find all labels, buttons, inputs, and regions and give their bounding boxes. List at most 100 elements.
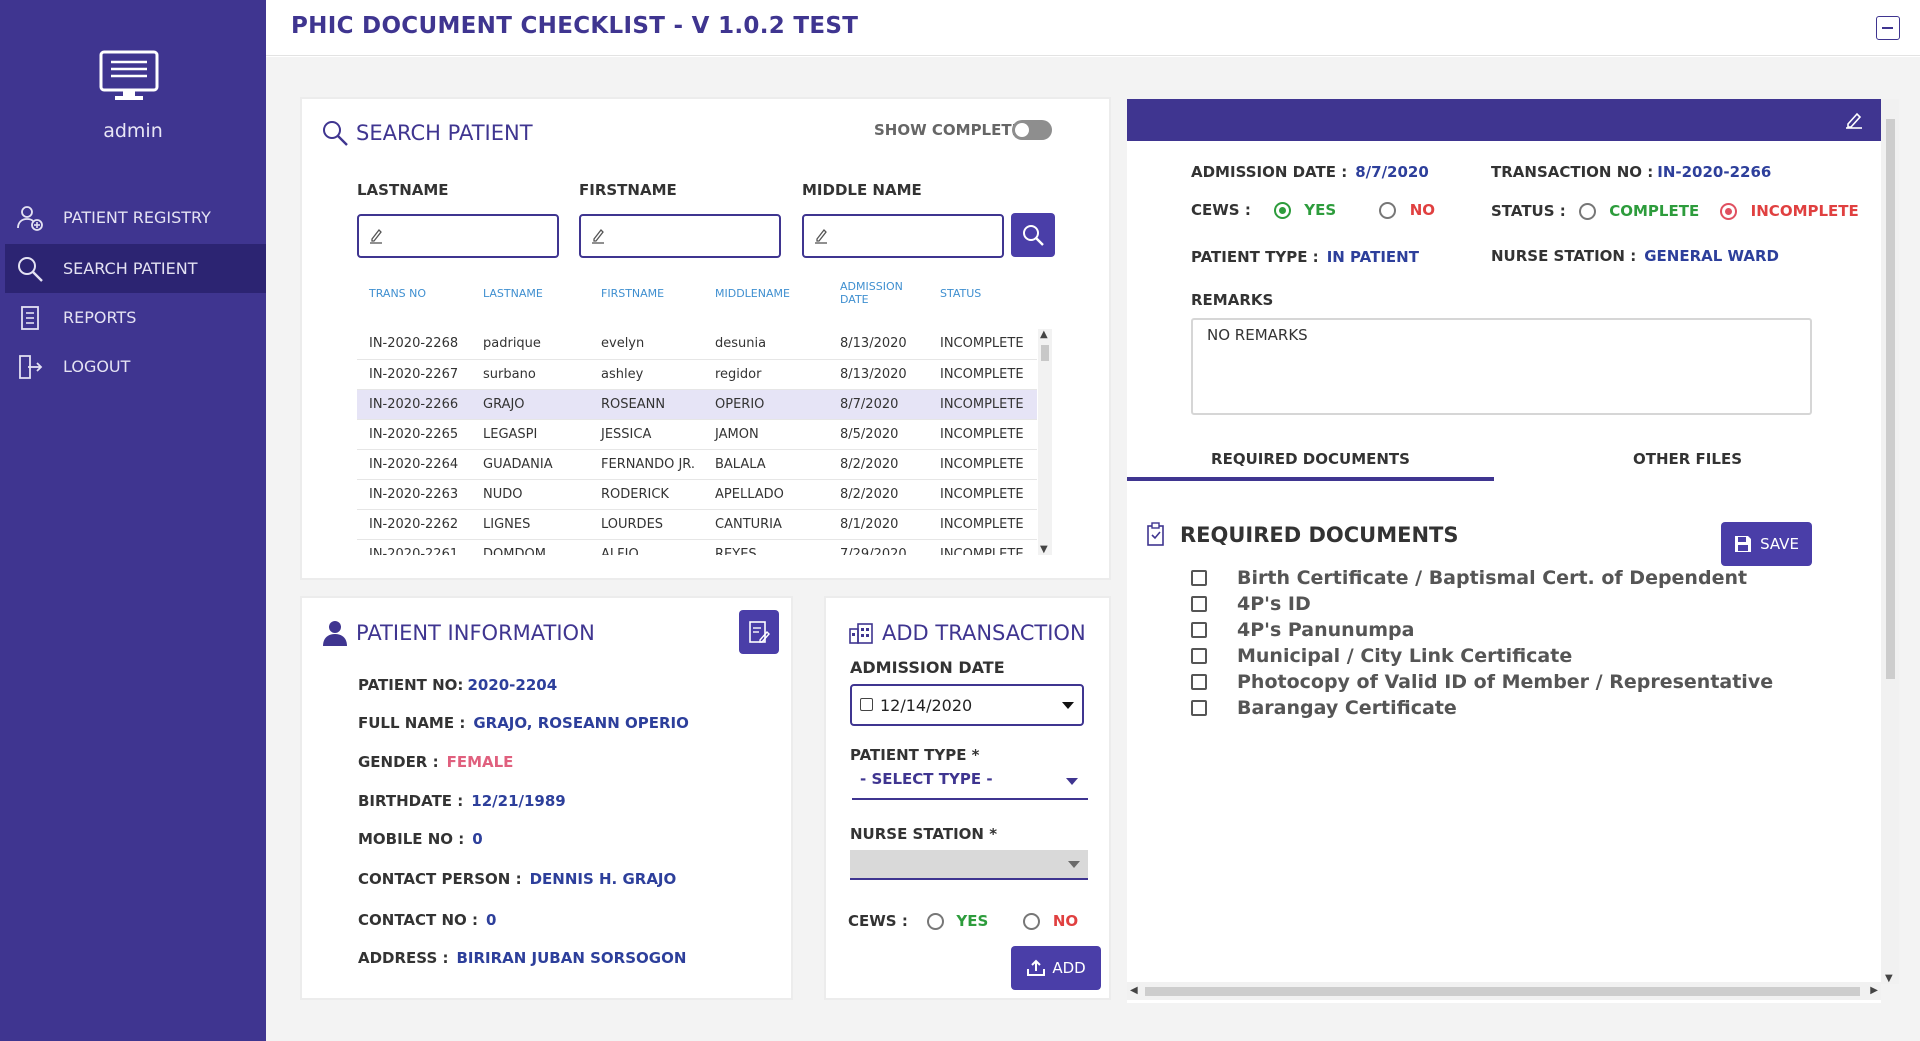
patient-type-select[interactable]: - SELECT TYPE -: [852, 766, 1088, 800]
sidebar-item-label: PATIENT REGISTRY: [63, 208, 211, 227]
document-checkbox[interactable]: [1191, 648, 1207, 664]
detail-admission-date-value: 8/7/2020: [1355, 163, 1429, 181]
scroll-thumb[interactable]: [1886, 119, 1895, 679]
edit-icon[interactable]: [1845, 111, 1863, 129]
cews-yes-radio[interactable]: [926, 913, 944, 930]
contact-person-value: DENNIS H. GRAJO: [529, 870, 677, 888]
table-cell: OPERIO: [703, 389, 828, 420]
add-transaction-button[interactable]: ADD: [1011, 946, 1101, 990]
sidebar-item-patient-registry[interactable]: PATIENT REGISTRY: [5, 193, 266, 242]
document-checkbox[interactable]: [1191, 596, 1207, 612]
table-row[interactable]: IN-2020-2264 GUADANIA FERNANDO JR. BALALA 8/…: [357, 449, 1037, 480]
table-cell: INCOMPLETE: [928, 479, 1037, 510]
table-cell: IN-2020-2268: [357, 329, 471, 360]
table-cell: regidor: [703, 359, 828, 390]
admission-date-picker[interactable]: 12/14/2020: [850, 684, 1084, 726]
scroll-up-icon[interactable]: ▲: [1040, 329, 1048, 340]
column-header[interactable]: STATUS: [928, 275, 1037, 311]
document-checklist-item[interactable]: Photocopy of Valid ID of Member / Repres…: [1191, 671, 1773, 693]
table-row[interactable]: IN-2020-2265 LEGASPI JESSICA JAMON 8/5/2020 I…: [357, 419, 1037, 450]
detail-nurse-station-label: NURSE STATION :: [1491, 247, 1637, 265]
table-cell: LOURDES: [589, 509, 703, 540]
full-name-value: GRAJO, ROSEANN OPERIO: [473, 714, 689, 732]
table-cell: FERNANDO JR.: [589, 449, 703, 480]
save-button[interactable]: SAVE: [1721, 522, 1812, 566]
table-cell: 8/2/2020: [828, 449, 928, 480]
vertical-scrollbar[interactable]: ▼: [1881, 99, 1899, 984]
sidebar-item-reports[interactable]: REPORTS: [5, 293, 266, 342]
document-checklist-item[interactable]: 4P's ID: [1191, 593, 1311, 615]
document-checkbox[interactable]: [1191, 700, 1207, 716]
scroll-thumb[interactable]: [1041, 345, 1049, 361]
firstname-input[interactable]: [579, 214, 781, 258]
scroll-right-icon[interactable]: ▶: [1870, 985, 1878, 996]
detail-cews-no-radio[interactable]: [1379, 202, 1397, 219]
table-cell: INCOMPLETE: [928, 449, 1037, 480]
lastname-input[interactable]: [357, 214, 559, 258]
scroll-down-icon[interactable]: ▼: [1040, 544, 1048, 555]
chevron-down-icon[interactable]: [1062, 702, 1074, 709]
table-row[interactable]: IN-2020-2266 GRAJO ROSEANN OPERIO 8/7/2020 IN…: [357, 389, 1037, 420]
sidebar-item-search-patient[interactable]: SEARCH PATIENT: [5, 244, 266, 293]
add-transaction-title-text: ADD TRANSACTION: [882, 621, 1086, 645]
table-cell: BALALA: [703, 449, 828, 480]
minimize-window-button[interactable]: [1876, 16, 1900, 40]
search-patient-card: SEARCH PATIENT SHOW COMPLETE LASTNAME FI…: [300, 97, 1111, 580]
cews-yes-label: YES: [956, 912, 989, 930]
cews-no-radio[interactable]: [1023, 913, 1041, 930]
tab-required-documents[interactable]: REQUIRED DOCUMENTS: [1127, 450, 1494, 468]
table-cell: CANTURIA: [703, 509, 828, 540]
status-complete-radio[interactable]: [1579, 203, 1596, 220]
nurse-station-label: NURSE STATION *: [850, 825, 998, 843]
search-button[interactable]: [1011, 213, 1055, 257]
building-icon: [846, 618, 876, 648]
scroll-down-icon[interactable]: ▼: [1885, 973, 1893, 984]
gender-value: FEMALE: [446, 753, 514, 771]
table-row[interactable]: IN-2020-2263 NUDO RODERICK APELLADO 8/2/2020…: [357, 479, 1037, 510]
table-row[interactable]: IN-2020-2268 padrique evelyn desunia 8/13/20…: [357, 329, 1037, 360]
table-row[interactable]: IN-2020-2267 surbano ashley regidor 8/13/202…: [357, 359, 1037, 390]
address-label: ADDRESS :: [358, 949, 449, 967]
table-cell: 8/2/2020: [828, 479, 928, 510]
scroll-left-icon[interactable]: ◀: [1130, 985, 1138, 996]
show-complete-toggle[interactable]: [1012, 120, 1052, 140]
document-checklist-item[interactable]: 4P's Panunumpa: [1191, 619, 1414, 641]
column-header[interactable]: MIDDLENAME: [703, 275, 828, 311]
table-row[interactable]: IN-2020-2262 LIGNES LOURDES CANTURIA 8/1/202…: [357, 509, 1037, 540]
horizontal-scrollbar[interactable]: ◀ ▶: [1127, 982, 1881, 1000]
sidebar: admin PATIENT REGISTRY SEARCH PATIENT RE…: [0, 0, 266, 1041]
column-header[interactable]: ADMISSION DATE: [828, 275, 928, 311]
status-label: STATUS :: [1491, 202, 1566, 220]
document-checkbox[interactable]: [1191, 674, 1207, 690]
edit-patient-button[interactable]: [739, 610, 779, 654]
gender-label: GENDER :: [358, 753, 439, 771]
table-scrollbar[interactable]: ▲ ▼: [1038, 329, 1052, 555]
patient-information-title: PATIENT INFORMATION: [320, 618, 595, 648]
table-cell: 7/29/2020: [828, 539, 928, 555]
sidebar-item-logout[interactable]: LOGOUT: [5, 342, 266, 391]
detail-cews-yes-radio[interactable]: [1274, 202, 1292, 219]
pen-icon: [370, 229, 382, 244]
remarks-textarea[interactable]: NO REMARKS: [1191, 318, 1812, 415]
scroll-thumb[interactable]: [1145, 987, 1860, 996]
column-header[interactable]: TRANS NO: [357, 275, 471, 311]
document-label: Birth Certificate / Baptismal Cert. of D…: [1237, 567, 1748, 589]
status-incomplete-label: INCOMPLETE: [1750, 202, 1859, 220]
nurse-station-select[interactable]: [850, 850, 1088, 880]
search-patient-title-text: SEARCH PATIENT: [356, 121, 533, 145]
column-header[interactable]: FIRSTNAME: [589, 275, 703, 311]
document-checkbox[interactable]: [1191, 570, 1207, 586]
table-cell: ROSEANN: [589, 389, 703, 420]
document-checklist-item[interactable]: Barangay Certificate: [1191, 697, 1457, 719]
document-checklist-item[interactable]: Municipal / City Link Certificate: [1191, 645, 1572, 667]
status-incomplete-radio[interactable]: [1720, 203, 1738, 220]
document-checkbox[interactable]: [1191, 622, 1207, 638]
search-icon: [320, 118, 350, 148]
tab-other-files[interactable]: OTHER FILES: [1494, 450, 1881, 468]
birthdate-value: 12/21/1989: [471, 792, 566, 810]
table-row[interactable]: IN-2020-2261 DOMDOM ALFIO REYES 7/29/2020 INC…: [357, 539, 1037, 555]
middlename-input[interactable]: [802, 214, 1004, 258]
column-header[interactable]: LASTNAME: [471, 275, 589, 311]
app-header: PHIC DOCUMENT CHECKLIST - V 1.0.2 TEST: [266, 0, 1920, 56]
document-checklist-item[interactable]: Birth Certificate / Baptismal Cert. of D…: [1191, 567, 1747, 589]
